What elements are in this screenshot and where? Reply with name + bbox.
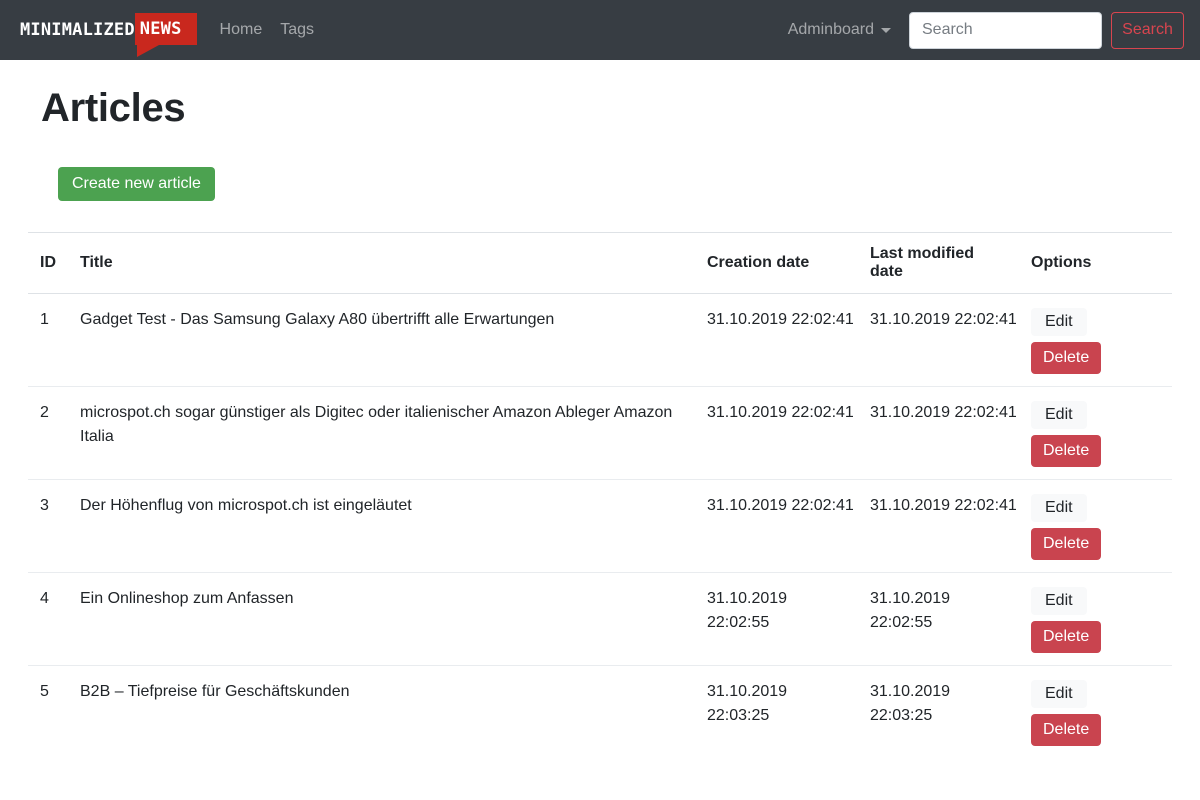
edit-button[interactable]: Edit	[1031, 401, 1087, 429]
article-last-modified-cell: 31.10.2019 22:02:55	[858, 573, 1019, 666]
article-options-cell: Edit Delete	[1019, 294, 1172, 387]
article-id-cell: 1	[28, 294, 68, 387]
article-title-cell: microspot.ch sogar günstiger als Digitec…	[68, 387, 695, 480]
article-options-cell: Edit Delete	[1019, 387, 1172, 480]
articles-table-wrapper: ID Title Creation date Last modified dat…	[28, 232, 1172, 758]
article-title-cell: Der Höhenflug von microspot.ch ist einge…	[68, 480, 695, 573]
search-input[interactable]	[909, 12, 1102, 49]
article-last-modified-cell: 31.10.2019 22:02:41	[858, 480, 1019, 573]
brand-logo[interactable]: MINIMALIZEDNEWS	[20, 15, 197, 45]
adminboard-dropdown[interactable]: Adminboard	[782, 13, 897, 47]
edit-button[interactable]: Edit	[1031, 587, 1087, 615]
article-options-cell: Edit Delete	[1019, 573, 1172, 666]
article-creation-date-cell: 31.10.2019 22:03:25	[695, 666, 858, 759]
navbar-right: Adminboard Search	[782, 12, 1184, 49]
page-title: Articles	[41, 86, 1172, 131]
edit-button[interactable]: Edit	[1031, 494, 1087, 522]
table-row: 5 B2B – Tiefpreise für Geschäftskunden 3…	[28, 666, 1172, 759]
nav-links: Home Tags	[211, 13, 323, 47]
article-id-cell: 4	[28, 573, 68, 666]
article-last-modified-cell: 31.10.2019 22:02:41	[858, 387, 1019, 480]
delete-button[interactable]: Delete	[1031, 528, 1101, 560]
delete-button[interactable]: Delete	[1031, 435, 1101, 467]
table-header-row: ID Title Creation date Last modified dat…	[28, 233, 1172, 294]
delete-button[interactable]: Delete	[1031, 342, 1101, 374]
column-header-title: Title	[68, 233, 695, 294]
nav-link-home[interactable]: Home	[211, 13, 272, 47]
article-creation-date-cell: 31.10.2019 22:02:41	[695, 387, 858, 480]
article-creation-date-cell: 31.10.2019 22:02:41	[695, 294, 858, 387]
chevron-down-icon	[881, 28, 891, 33]
table-row: 4 Ein Onlineshop zum Anfassen 31.10.2019…	[28, 573, 1172, 666]
search-button[interactable]: Search	[1111, 12, 1184, 49]
article-last-modified-cell: 31.10.2019 22:03:25	[858, 666, 1019, 759]
adminboard-dropdown-label: Adminboard	[788, 21, 874, 39]
main-content: Articles Create new article ID Title Cre…	[0, 86, 1200, 758]
brand-text-minimalized: MINIMALIZED	[20, 20, 135, 40]
top-navbar: MINIMALIZEDNEWS Home Tags Adminboard Sea…	[0, 0, 1200, 60]
article-id-cell: 5	[28, 666, 68, 759]
brand-text-news: NEWS	[135, 13, 197, 45]
article-last-modified-cell: 31.10.2019 22:02:41	[858, 294, 1019, 387]
article-title-cell: Ein Onlineshop zum Anfassen	[68, 573, 695, 666]
article-title-cell: Gadget Test - Das Samsung Galaxy A80 übe…	[68, 294, 695, 387]
edit-button[interactable]: Edit	[1031, 680, 1087, 708]
delete-button[interactable]: Delete	[1031, 621, 1101, 653]
nav-link-tags[interactable]: Tags	[271, 13, 323, 47]
column-header-last-modified-date: Last modified date	[858, 233, 1019, 294]
article-creation-date-cell: 31.10.2019 22:02:55	[695, 573, 858, 666]
edit-button[interactable]: Edit	[1031, 308, 1087, 336]
article-options-cell: Edit Delete	[1019, 666, 1172, 759]
table-row: 3 Der Höhenflug von microspot.ch ist ein…	[28, 480, 1172, 573]
create-new-article-button[interactable]: Create new article	[58, 167, 215, 201]
article-id-cell: 3	[28, 480, 68, 573]
article-options-cell: Edit Delete	[1019, 480, 1172, 573]
articles-table: ID Title Creation date Last modified dat…	[28, 232, 1172, 758]
table-row: 1 Gadget Test - Das Samsung Galaxy A80 ü…	[28, 294, 1172, 387]
article-creation-date-cell: 31.10.2019 22:02:41	[695, 480, 858, 573]
delete-button[interactable]: Delete	[1031, 714, 1101, 746]
article-title-cell: B2B – Tiefpreise für Geschäftskunden	[68, 666, 695, 759]
table-row: 2 microspot.ch sogar günstiger als Digit…	[28, 387, 1172, 480]
column-header-id: ID	[28, 233, 68, 294]
articles-table-body: 1 Gadget Test - Das Samsung Galaxy A80 ü…	[28, 294, 1172, 759]
column-header-options: Options	[1019, 233, 1172, 294]
column-header-creation-date: Creation date	[695, 233, 858, 294]
article-id-cell: 2	[28, 387, 68, 480]
